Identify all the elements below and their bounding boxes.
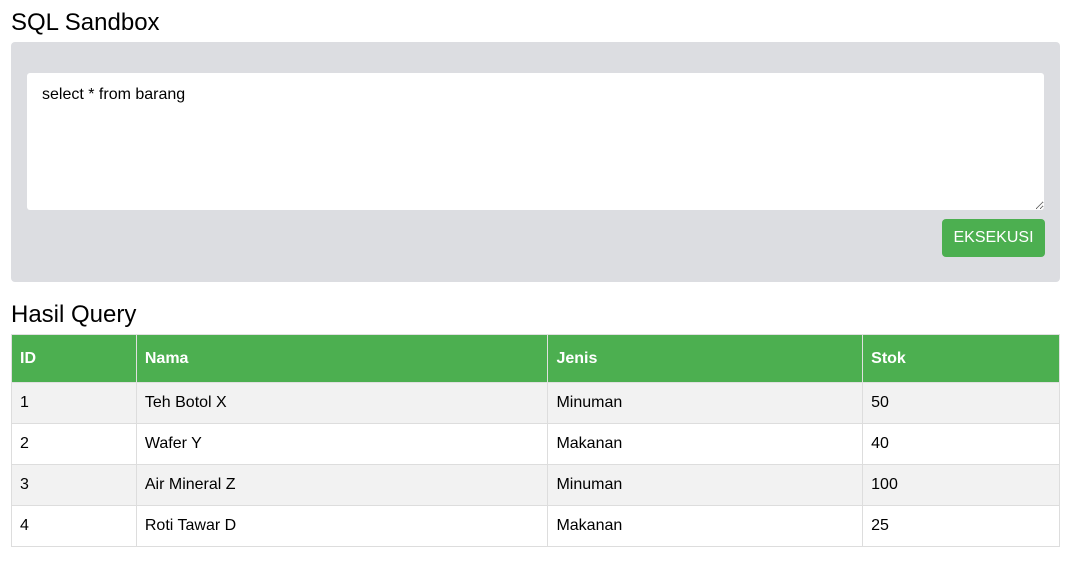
table-row: 3 Air Mineral Z Minuman 100: [11, 464, 1060, 506]
table-row: 2 Wafer Y Makanan 40: [11, 423, 1060, 465]
cell-id: 2: [11, 423, 137, 465]
result-table: ID Nama Jenis Stok 1 Teh Botol X Minuman…: [11, 334, 1060, 547]
execute-button[interactable]: EKSEKUSI: [942, 219, 1045, 257]
table-row: 1 Teh Botol X Minuman 50: [11, 382, 1060, 424]
cell-stok: 100: [862, 464, 1060, 506]
cell-stok: 40: [862, 423, 1060, 465]
table-header-row: ID Nama Jenis Stok: [11, 334, 1060, 383]
sql-query-input[interactable]: [27, 73, 1044, 210]
cell-nama: Roti Tawar D: [135, 505, 549, 547]
query-editor-panel: EKSEKUSI: [11, 42, 1060, 282]
cell-jenis: Makanan: [547, 505, 864, 547]
column-header-jenis: Jenis: [547, 334, 864, 383]
column-header-nama: Nama: [135, 334, 549, 383]
cell-nama: Air Mineral Z: [135, 464, 549, 506]
result-title: Hasil Query: [11, 301, 137, 328]
cell-jenis: Minuman: [547, 464, 864, 506]
cell-stok: 25: [862, 505, 1060, 547]
column-header-stok: Stok: [862, 334, 1060, 383]
column-header-id: ID: [11, 334, 137, 383]
page-title: SQL Sandbox: [11, 9, 160, 36]
cell-id: 3: [11, 464, 137, 506]
cell-nama: Teh Botol X: [135, 382, 549, 424]
cell-jenis: Makanan: [547, 423, 864, 465]
table-row: 4 Roti Tawar D Makanan 25: [11, 505, 1060, 547]
cell-id: 4: [11, 505, 137, 547]
cell-jenis: Minuman: [547, 382, 864, 424]
cell-nama: Wafer Y: [135, 423, 549, 465]
cell-id: 1: [11, 382, 137, 424]
cell-stok: 50: [862, 382, 1060, 424]
